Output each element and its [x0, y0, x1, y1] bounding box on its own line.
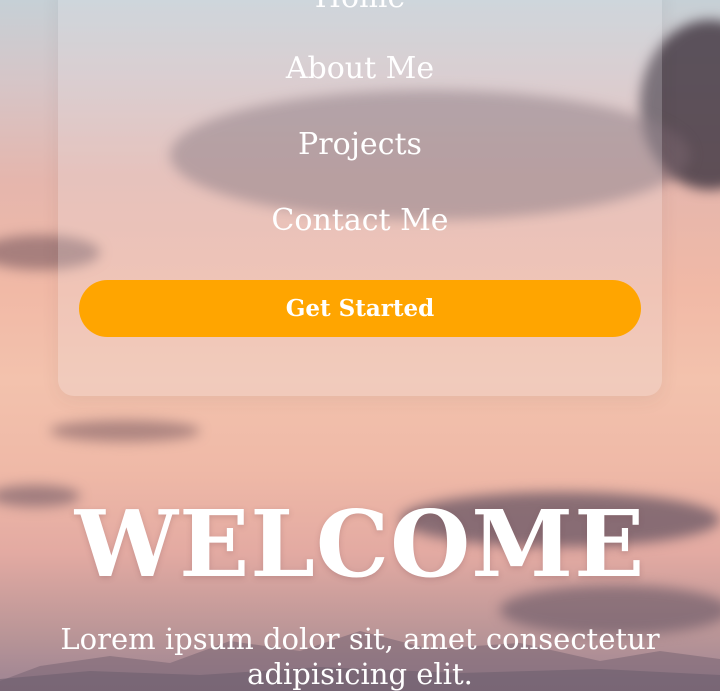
hero-subtitle: Lorem ipsum dolor sit, amet consectetur …: [60, 622, 660, 691]
nav-link-projects[interactable]: Projects: [0, 125, 720, 165]
get-started-button[interactable]: Get Started: [79, 280, 641, 337]
wisp-cloud: [50, 420, 200, 442]
nav-link-contact-me[interactable]: Contact Me: [0, 201, 720, 241]
nav-link-home[interactable]: Home: [0, 0, 720, 18]
hero-title: WELCOME: [74, 490, 646, 598]
nav-link-about-me[interactable]: About Me: [0, 49, 720, 89]
